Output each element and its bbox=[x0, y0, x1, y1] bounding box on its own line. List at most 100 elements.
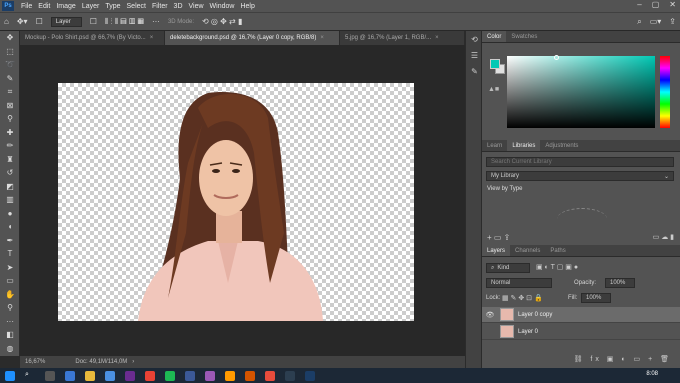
rectangle-tool-icon[interactable]: ▭ bbox=[0, 274, 20, 288]
menu-image[interactable]: Image bbox=[53, 3, 78, 10]
color-picker-field[interactable] bbox=[507, 56, 655, 128]
menu-view[interactable]: View bbox=[186, 3, 207, 10]
zoom-tool-icon[interactable]: ⚲ bbox=[0, 301, 20, 315]
history-brush-tool-icon[interactable]: ↺ bbox=[0, 166, 20, 180]
edge-icon[interactable] bbox=[65, 370, 75, 381]
app-icon[interactable] bbox=[205, 370, 215, 381]
type-tool-icon[interactable]: T bbox=[0, 247, 20, 261]
move-tool-icon[interactable]: ✥ bbox=[0, 31, 20, 45]
quick-mask-icon[interactable]: ◍ bbox=[0, 342, 20, 356]
foreground-background-swatch-icon[interactable]: ◧ bbox=[0, 328, 20, 342]
history-panel-icon[interactable]: ⟲ bbox=[466, 31, 483, 47]
tab-deletebackground[interactable]: deletebackground.psd @ 16,7% (Layer 0 co… bbox=[165, 31, 340, 45]
layer-bottom-actions[interactable]: ⛓ fx ▣ ◐ ▭ + 🗑 bbox=[574, 355, 672, 363]
gradient-tool-icon[interactable]: ▥ bbox=[0, 193, 20, 207]
app-icon[interactable] bbox=[265, 370, 275, 381]
status-arrow-icon[interactable]: › bbox=[132, 359, 134, 365]
color-picker-marker[interactable] bbox=[554, 55, 559, 60]
tab-mockup[interactable]: Mockup - Polo Shirt.psd @ 66,7% (By Vict… bbox=[20, 31, 165, 45]
windows-start-icon[interactable] bbox=[5, 370, 15, 381]
quick-select-tool-icon[interactable]: ✎ bbox=[0, 72, 20, 86]
properties-panel-icon[interactable]: ☰ bbox=[466, 47, 483, 63]
align-icons[interactable]: ⫴ ⫶ ⫴ ▤ ▥ ▦ bbox=[105, 17, 144, 27]
eye-icon[interactable]: 👁 bbox=[482, 311, 498, 319]
view-by-type-dropdown[interactable]: View by Type bbox=[487, 186, 522, 192]
illustrator-icon[interactable] bbox=[225, 370, 235, 381]
crop-tool-icon[interactable]: ⌗ bbox=[0, 85, 20, 99]
brush-tool-icon[interactable]: ✏ bbox=[0, 139, 20, 153]
opacity-input[interactable]: 100% bbox=[605, 278, 635, 288]
menu-3d[interactable]: 3D bbox=[171, 3, 186, 10]
spotify-icon[interactable] bbox=[165, 370, 175, 381]
pen-tool-icon[interactable]: ✒ bbox=[0, 234, 20, 248]
photoshop-taskbar-icon[interactable] bbox=[305, 370, 315, 381]
healing-brush-tool-icon[interactable]: ✚ bbox=[0, 126, 20, 140]
task-view-icon[interactable] bbox=[45, 370, 55, 381]
transform-controls-checkbox[interactable]: ☐ bbox=[90, 17, 97, 26]
home-icon[interactable]: ⌂ bbox=[4, 17, 9, 26]
tab-adjustments[interactable]: Adjustments bbox=[540, 140, 583, 151]
file-explorer-icon[interactable] bbox=[85, 370, 95, 381]
layer-filter-icons[interactable]: ▣ ◐ T ▢ ▣ ● bbox=[536, 263, 578, 271]
share-icon[interactable]: ⇪ bbox=[669, 17, 676, 26]
hue-slider[interactable] bbox=[660, 56, 670, 128]
tab-libraries[interactable]: Libraries bbox=[507, 140, 541, 151]
app-icon[interactable] bbox=[125, 370, 135, 381]
more-tools-icon[interactable]: ··· bbox=[0, 315, 20, 329]
layer-row[interactable]: Layer 0 bbox=[482, 324, 680, 340]
close-tab-icon[interactable]: × bbox=[150, 35, 154, 41]
tab-paths[interactable]: Paths bbox=[545, 245, 570, 256]
eyedropper-tool-icon[interactable]: ⚲ bbox=[0, 112, 20, 126]
close-tab-icon[interactable]: × bbox=[435, 35, 439, 41]
menu-filter[interactable]: Filter bbox=[149, 3, 171, 10]
lasso-tool-icon[interactable]: ➰ bbox=[0, 58, 20, 72]
search-icon[interactable]: ⌕ bbox=[25, 371, 35, 381]
more-options-icon[interactable]: ··· bbox=[152, 17, 160, 26]
document-canvas[interactable] bbox=[58, 83, 414, 321]
tab-swatches[interactable]: Swatches bbox=[506, 31, 542, 42]
maximize-icon[interactable]: ▢ bbox=[652, 0, 660, 9]
mail-icon[interactable] bbox=[105, 370, 115, 381]
chrome-icon[interactable] bbox=[145, 370, 155, 381]
layer-row[interactable]: 👁 Layer 0 copy bbox=[482, 307, 680, 323]
menu-type[interactable]: Type bbox=[102, 3, 123, 10]
menu-edit[interactable]: Edit bbox=[35, 3, 53, 10]
library-select[interactable]: My Library ⌄ bbox=[486, 171, 674, 181]
blur-tool-icon[interactable]: ● bbox=[0, 207, 20, 221]
tab-layers[interactable]: Layers bbox=[482, 245, 511, 256]
app-icon[interactable] bbox=[245, 370, 255, 381]
tab-channels[interactable]: Channels bbox=[510, 245, 545, 256]
menu-help[interactable]: Help bbox=[237, 3, 257, 10]
menu-layer[interactable]: Layer bbox=[79, 3, 103, 10]
foreground-color-swatch[interactable] bbox=[490, 59, 500, 69]
tab-color[interactable]: Color bbox=[482, 31, 507, 42]
path-selection-tool-icon[interactable]: ➤ bbox=[0, 261, 20, 275]
zoom-level[interactable]: 16,67% bbox=[25, 359, 45, 365]
frame-tool-icon[interactable]: ⊠ bbox=[0, 99, 20, 113]
library-cloud-icons[interactable]: ▭ ☁ ▮ bbox=[653, 233, 674, 241]
dodge-tool-icon[interactable]: ◖ bbox=[0, 220, 20, 234]
workspace-icon[interactable]: ▭▾ bbox=[650, 17, 662, 26]
auto-select-dropdown[interactable]: Layer bbox=[50, 16, 82, 27]
lock-icons[interactable]: ▦ ✎ ✥ ⊡ 🔒 bbox=[502, 294, 543, 302]
tab-5jpg[interactable]: 5.jpg @ 16,7% (Layer 1, RGB/... × bbox=[340, 31, 465, 45]
hand-tool-icon[interactable]: ✋ bbox=[0, 288, 20, 302]
menu-window[interactable]: Window bbox=[207, 3, 238, 10]
move-tool-preset-icon[interactable]: ✥▾ bbox=[17, 17, 28, 26]
tab-learn[interactable]: Learn bbox=[482, 140, 507, 151]
warning-triangle-icon[interactable]: ▲■ bbox=[488, 86, 499, 93]
clone-stamp-tool-icon[interactable]: ♜ bbox=[0, 153, 20, 167]
marquee-tool-icon[interactable]: ⬚ bbox=[0, 45, 20, 59]
close-icon[interactable]: ✕ bbox=[669, 0, 676, 9]
brush-panel-icon[interactable]: ✎ bbox=[466, 63, 483, 79]
blend-mode-select[interactable]: Normal bbox=[486, 278, 552, 288]
library-search-input[interactable]: Search Current Library bbox=[486, 157, 674, 167]
library-add-icons[interactable]: + ▭ ⇪ bbox=[487, 233, 510, 242]
fill-input[interactable]: 100% bbox=[581, 293, 611, 303]
menu-select[interactable]: Select bbox=[124, 3, 149, 10]
close-tab-icon[interactable]: × bbox=[320, 35, 324, 41]
auto-select-checkbox[interactable]: ☐ bbox=[36, 17, 43, 26]
eraser-tool-icon[interactable]: ◩ bbox=[0, 180, 20, 194]
menu-file[interactable]: File bbox=[18, 3, 35, 10]
app-icon[interactable] bbox=[285, 370, 295, 381]
